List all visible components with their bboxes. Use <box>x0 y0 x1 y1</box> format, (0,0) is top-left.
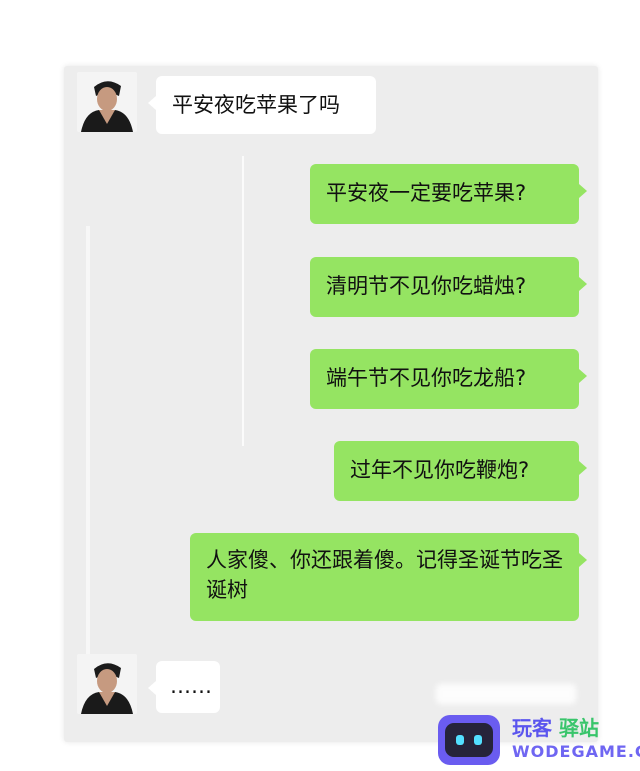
blurred-area <box>436 684 576 704</box>
incoming-message-bubble[interactable]: 平安夜吃苹果了吗 <box>148 76 376 134</box>
message-text: 过年不见你吃鞭炮? <box>350 458 530 482</box>
watermark-brand: 玩客 驿站 <box>512 716 599 740</box>
background-artifact <box>242 156 244 446</box>
message-text: 清明节不见你吃蜡烛? <box>326 274 527 298</box>
person-avatar-icon <box>77 72 137 132</box>
message-text: 平安夜一定要吃苹果? <box>326 181 527 205</box>
message-text: 端午节不见你吃龙船? <box>326 366 527 390</box>
outgoing-message-bubble[interactable]: 平安夜一定要吃苹果? <box>310 164 587 224</box>
watermark-brand-part-b: 驿站 <box>558 716 599 740</box>
message-text: 平安夜吃苹果了吗 <box>172 93 340 117</box>
robot-logo-icon <box>438 715 500 765</box>
watermark-brand-part-a: 玩客 <box>512 716 552 740</box>
person-avatar-icon <box>77 654 137 714</box>
background-artifact <box>86 226 90 666</box>
contact-avatar[interactable] <box>77 72 137 132</box>
outgoing-message-bubble[interactable]: 端午节不见你吃龙船? <box>310 349 587 409</box>
chat-screenshot: 平安夜吃苹果了吗 平安夜一定要吃苹果? 清明节不见你吃蜡烛? 端午节不见你吃龙船… <box>64 66 598 742</box>
message-text: 人家傻、你还跟着傻。记得圣诞节吃圣诞树 <box>206 548 563 602</box>
watermark-domain: WODEGAME.CN <box>512 742 640 761</box>
watermark: 玩客 驿站 WODEGAME.CN <box>434 712 640 771</box>
message-text: …… <box>170 674 212 698</box>
outgoing-message-bubble[interactable]: 清明节不见你吃蜡烛? <box>310 257 587 317</box>
contact-avatar[interactable] <box>77 654 137 714</box>
outgoing-message-bubble[interactable]: 过年不见你吃鞭炮? <box>334 441 587 501</box>
outgoing-message-bubble[interactable]: 人家傻、你还跟着傻。记得圣诞节吃圣诞树 <box>190 533 587 621</box>
incoming-message-bubble[interactable]: …… <box>148 661 220 713</box>
